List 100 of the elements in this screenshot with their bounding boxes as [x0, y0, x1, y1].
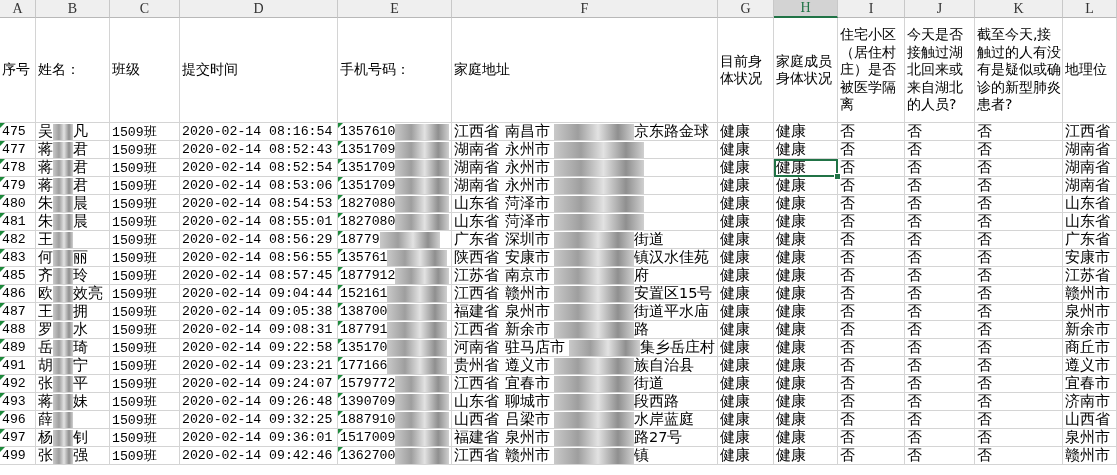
- cell-text: 482: [2, 232, 26, 247]
- redaction-blur: [395, 141, 449, 158]
- cell-text: 赣州市: [505, 447, 550, 464]
- header-text: 姓名：: [38, 61, 80, 79]
- cell-text: 山西省: [454, 411, 499, 428]
- table-cell: 否: [905, 411, 975, 429]
- corner-triangle-icon: [0, 231, 5, 236]
- table-cell[interactable]: 健康: [774, 231, 838, 249]
- header-text: 家庭成员身体状况: [776, 52, 833, 88]
- table-cell[interactable]: 健康: [774, 447, 838, 465]
- corner-triangle-icon: [338, 285, 343, 290]
- table-cell[interactable]: 健康: [774, 429, 838, 447]
- table-cell: 2020-02-14 08:56:55: [180, 249, 338, 267]
- cell-text: 晨: [73, 195, 88, 212]
- redaction-blur: [53, 411, 73, 428]
- table-cell: 1509班: [110, 213, 180, 231]
- table-cell[interactable]: 健康: [774, 195, 838, 213]
- header-text: 地理位: [1065, 61, 1107, 79]
- redaction-blur: [53, 249, 73, 266]
- table-cell[interactable]: 健康: [774, 177, 838, 195]
- table-cell[interactable]: 健康: [774, 285, 838, 303]
- header-text: 目前身体状况: [720, 52, 763, 88]
- table-cell: 商丘市: [1063, 339, 1117, 357]
- cell-text: 1887910: [340, 412, 396, 427]
- cell-text: 深圳市: [505, 231, 550, 248]
- corner-triangle-icon: [338, 339, 343, 344]
- cell-text: 王: [38, 231, 53, 248]
- corner-triangle-icon: [0, 123, 5, 128]
- corner-triangle-icon: [338, 141, 343, 146]
- cell-text: 138700: [340, 304, 388, 319]
- table-cell[interactable]: 健康: [774, 375, 838, 393]
- table-cell: 否: [838, 303, 905, 321]
- table-cell: 2020-02-14 09:32:25: [180, 411, 338, 429]
- cell-text: 152161: [340, 286, 388, 301]
- cell-text: 岳: [38, 339, 53, 356]
- table-cell[interactable]: 健康: [774, 123, 838, 141]
- table-cell: 1509班: [110, 375, 180, 393]
- table-cell: 泉州市: [1063, 429, 1117, 447]
- table-cell[interactable]: 健康: [774, 411, 838, 429]
- column-header[interactable]: F: [452, 0, 718, 18]
- cell-text: 街道: [634, 375, 664, 392]
- table-cell: 否: [975, 321, 1063, 339]
- table-cell[interactable]: 健康: [774, 393, 838, 411]
- table-cell[interactable]: 健康: [774, 339, 838, 357]
- cell-text: 487: [2, 304, 26, 319]
- table-cell: 1509班: [110, 123, 180, 141]
- table-cell: 否: [975, 303, 1063, 321]
- column-header[interactable]: D: [180, 0, 338, 18]
- corner-triangle-icon: [338, 321, 343, 326]
- column-header[interactable]: A: [0, 0, 36, 18]
- table-cell: 健康: [718, 303, 774, 321]
- table-cell: 1509班: [110, 447, 180, 465]
- column-header[interactable]: L: [1063, 0, 1117, 18]
- table-cell: 否: [905, 429, 975, 447]
- table-cell: 健康: [718, 339, 774, 357]
- cell-text: 陕西省: [454, 249, 499, 266]
- cell-text: 福建省: [454, 303, 499, 320]
- table-cell: 否: [905, 357, 975, 375]
- table-cell[interactable]: 健康: [774, 249, 838, 267]
- table-cell: 否: [975, 231, 1063, 249]
- table-cell: 2020-02-14 09:22:58: [180, 339, 338, 357]
- column-header[interactable]: B: [36, 0, 110, 18]
- cell-text: 187791: [340, 322, 388, 337]
- table-cell: 赣州市: [1063, 447, 1117, 465]
- column-header[interactable]: E: [338, 0, 452, 18]
- column-header[interactable]: H: [774, 0, 838, 18]
- table-cell[interactable]: 健康: [774, 141, 838, 159]
- table-cell: 否: [838, 339, 905, 357]
- cell-text: 1517009: [340, 430, 396, 445]
- column-header[interactable]: C: [110, 0, 180, 18]
- column-header[interactable]: J: [905, 0, 975, 18]
- table-cell: 否: [905, 375, 975, 393]
- table-cell: 健康: [718, 213, 774, 231]
- table-cell[interactable]: 健康: [774, 357, 838, 375]
- column-header[interactable]: I: [838, 0, 905, 18]
- table-cell: 否: [975, 177, 1063, 195]
- corner-triangle-icon: [338, 267, 343, 272]
- cell-text: 遵义市: [505, 357, 550, 374]
- table-cell[interactable]: 健康: [774, 321, 838, 339]
- redaction-blur: [53, 429, 73, 446]
- table-cell: 否: [838, 411, 905, 429]
- table-cell: 否: [838, 141, 905, 159]
- cell-text: 499: [2, 448, 26, 463]
- table-cell[interactable]: 健康: [774, 159, 838, 177]
- corner-triangle-icon: [0, 303, 5, 308]
- table-cell[interactable]: 健康: [774, 267, 838, 285]
- table-cell[interactable]: 健康: [774, 213, 838, 231]
- column-header[interactable]: G: [718, 0, 774, 18]
- corner-triangle-icon: [338, 393, 343, 398]
- table-cell[interactable]: 健康: [774, 303, 838, 321]
- cell-text: 永州市: [505, 159, 550, 176]
- table-cell: 否: [905, 123, 975, 141]
- cell-text: 1351709: [340, 178, 396, 193]
- cell-text: 驻马店市: [505, 339, 565, 356]
- column-header[interactable]: K: [975, 0, 1063, 18]
- table-cell: 否: [838, 123, 905, 141]
- redaction-blur: [53, 267, 73, 284]
- cell-text: 新余市: [505, 321, 550, 338]
- cell-text: 南昌市: [505, 123, 550, 140]
- table-cell: 2020-02-14 08:53:06: [180, 177, 338, 195]
